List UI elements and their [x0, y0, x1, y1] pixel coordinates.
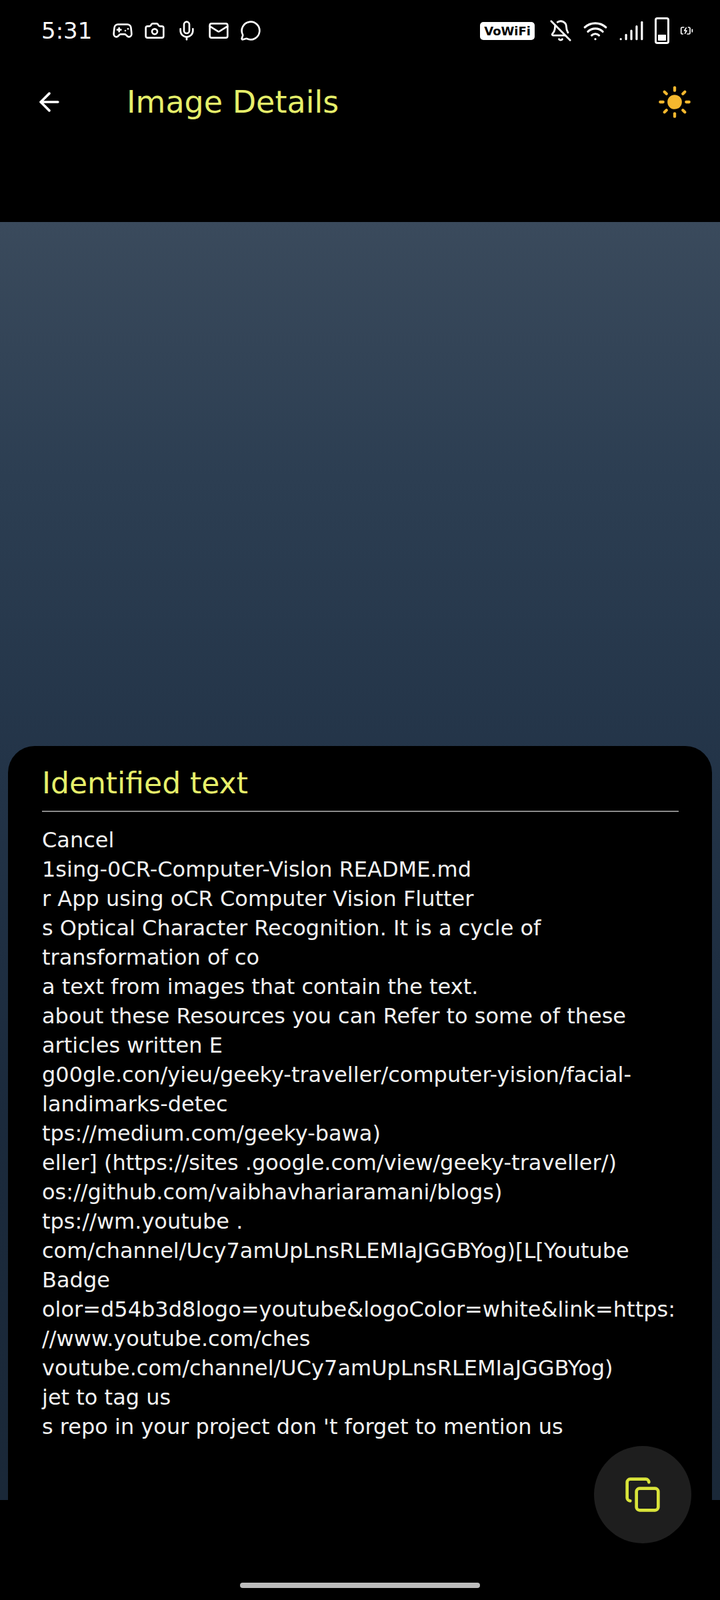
text-line: about these Resources you can Refer to s…: [42, 1001, 679, 1060]
vowifi-badge: VoWiFi: [480, 22, 535, 40]
screen: 5:31 VoWiFi Image Details Identified text Ca…: [0, 0, 720, 1600]
app-bar: Image Details: [0, 61, 720, 143]
status-right: VoWiFi: [480, 17, 694, 44]
text-line: g00gle.con/yieu/geeky-traveller/computer…: [42, 1060, 679, 1119]
text-line: tps://medium.com/geeky-bawa): [42, 1118, 679, 1148]
status-bar: 5:31 VoWiFi: [0, 0, 720, 62]
sun-icon: [657, 84, 692, 120]
back-button[interactable]: [30, 83, 68, 121]
panel-title: Identified text: [42, 766, 679, 800]
text-line: a text from images that contain the text…: [42, 972, 679, 1002]
battery-fill: [658, 34, 666, 41]
text-line: olor=d54b3d8logo=youtube&logoColor=white…: [42, 1294, 679, 1354]
wifi-icon: [582, 18, 608, 44]
copy-icon: [624, 1476, 662, 1514]
mic-icon: [176, 20, 198, 42]
text-line: s repo in your project don 't forget to …: [42, 1412, 679, 1442]
copy-button[interactable]: [594, 1446, 692, 1544]
signal-icon: [618, 18, 644, 44]
game-icon: [112, 20, 134, 42]
camera-icon: [144, 20, 166, 42]
status-left: 5:31: [41, 17, 262, 44]
spacer: [0, 142, 720, 222]
mail-icon: [208, 20, 230, 42]
charging-icon: [680, 24, 694, 38]
text-line: s Optical Character Recognition. It is a…: [42, 913, 679, 972]
chat-icon: [240, 20, 262, 42]
divider: [42, 810, 679, 812]
text-line: eller] (https://sites .google.com/view/g…: [42, 1148, 679, 1178]
text-line: os://github.com/vaibhavhariaramani/blogs…: [42, 1177, 679, 1207]
status-time: 5:31: [41, 17, 92, 44]
text-line: voutube.com/channel/UCy7amUpLnsRLEMIaJGG…: [42, 1353, 679, 1383]
nav-handle[interactable]: [240, 1582, 480, 1588]
theme-button[interactable]: [653, 80, 696, 124]
bell-off-icon: [549, 19, 572, 42]
app-title: Image Details: [126, 84, 595, 120]
text-line: Cancel: [42, 825, 679, 855]
battery-icon: [654, 17, 670, 44]
text-line: jet to tag us: [42, 1382, 679, 1412]
text-line: tps://wm.youtube . com/channel/Ucy7amUpL…: [42, 1206, 679, 1295]
identified-text-panel: Identified text Cancel1sing-0CR-Computer-…: [8, 746, 712, 1542]
text-line: 1sing-0CR-Computer-Vislon README.md: [42, 854, 679, 884]
text-line: r App using oCR Computer Vision Flutter: [42, 884, 679, 914]
arrow-left-icon: [34, 87, 64, 117]
